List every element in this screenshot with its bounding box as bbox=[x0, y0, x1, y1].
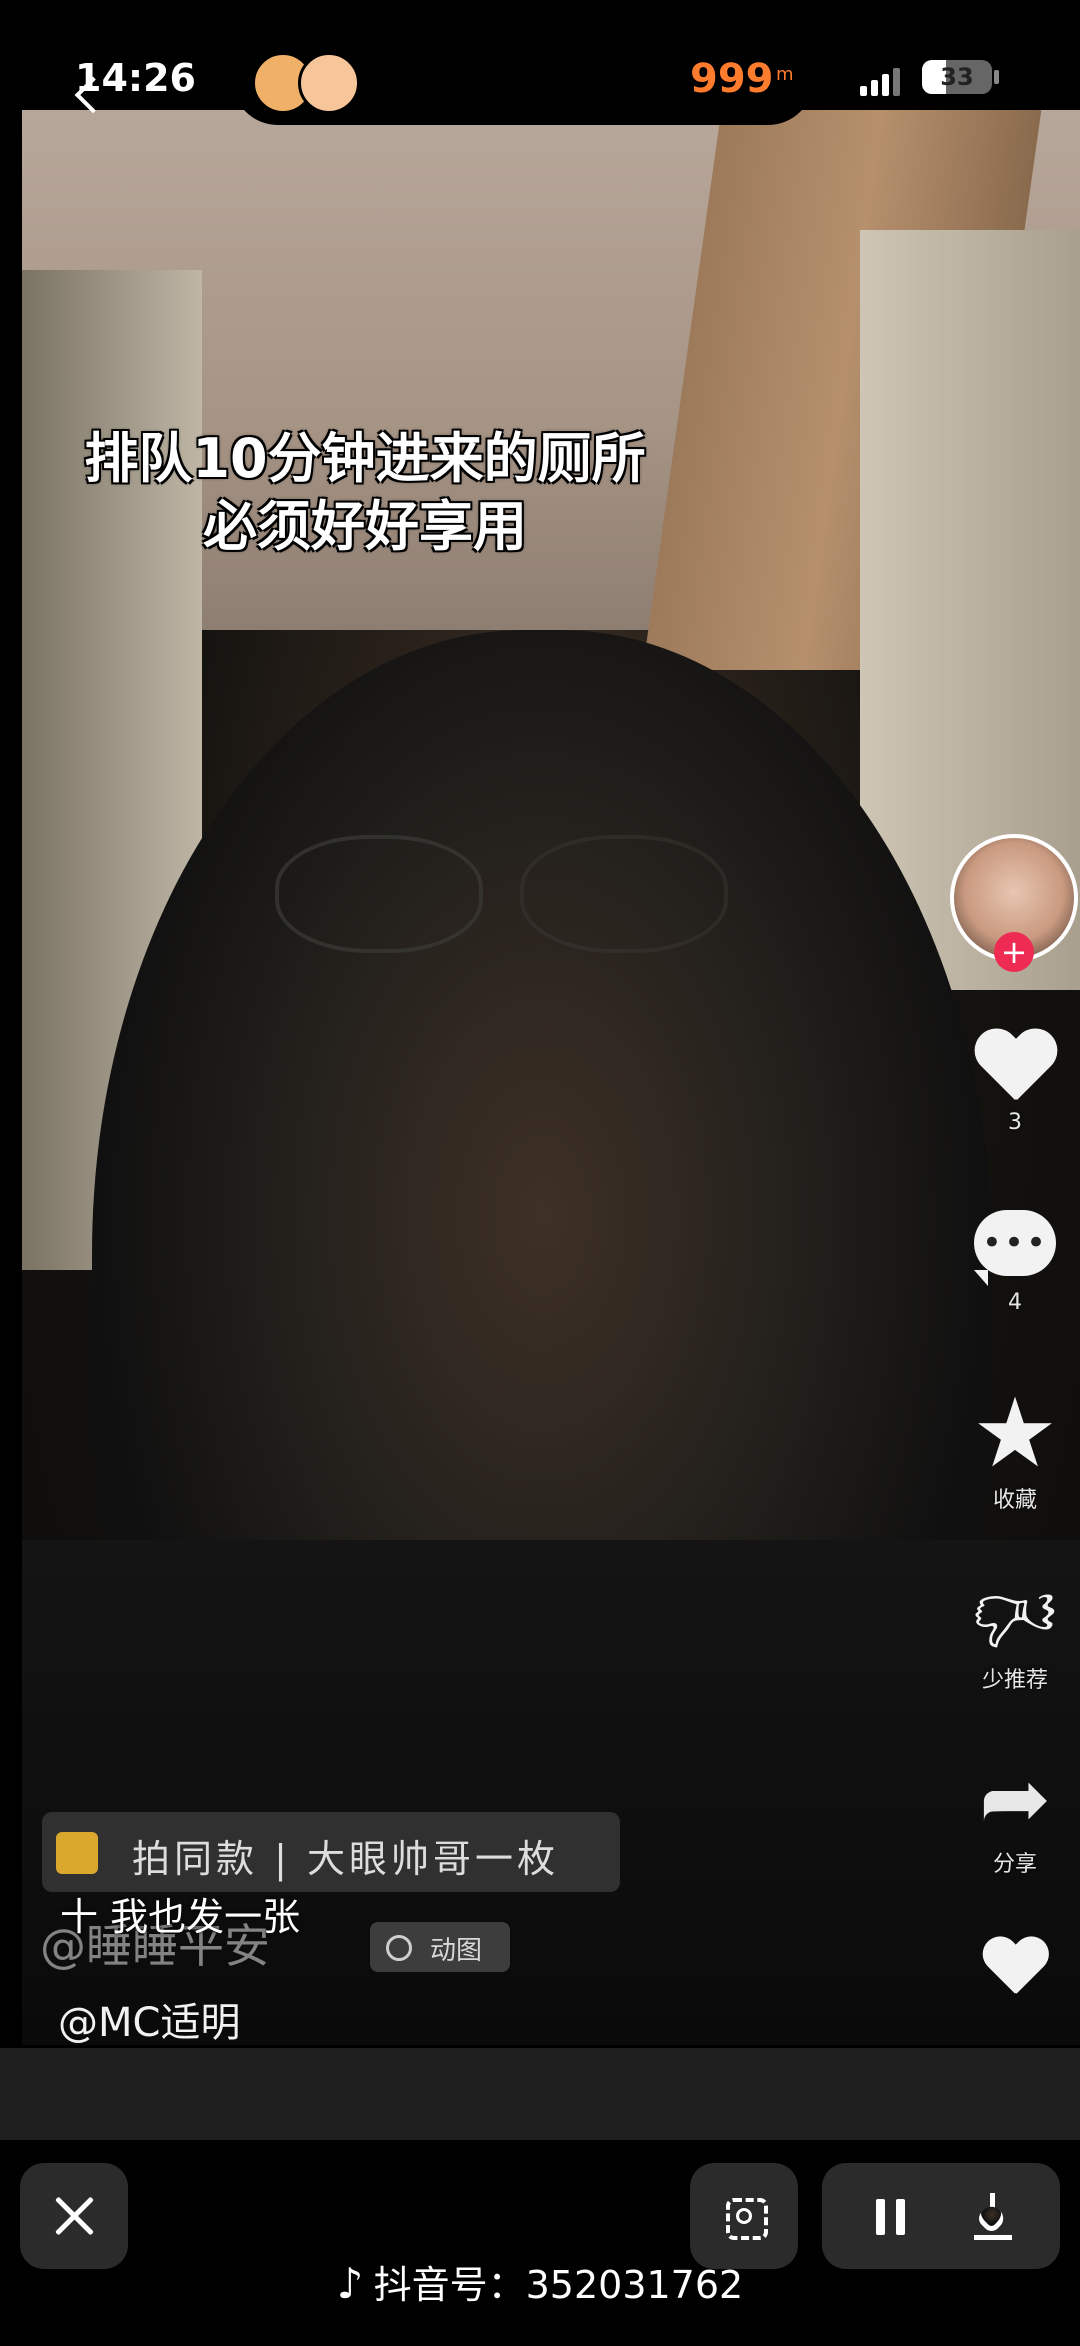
post-too-button[interactable]: 十 我也发一张 bbox=[60, 1886, 300, 1941]
pause-icon[interactable] bbox=[876, 2199, 906, 2235]
share-icon: ➦ bbox=[978, 1749, 1052, 1849]
battery-tip bbox=[994, 70, 999, 84]
comment-icon-tail bbox=[974, 1270, 988, 1286]
share-button[interactable]: ➦ 分享 bbox=[960, 1756, 1070, 1878]
signal-icon bbox=[860, 68, 904, 96]
gif-label: 动图 bbox=[430, 1936, 483, 1966]
battery-level: 33 bbox=[940, 63, 974, 91]
heart-icon-secondary bbox=[981, 1938, 1048, 1999]
island-distance-value: 999 bbox=[690, 56, 774, 102]
glasses-right bbox=[520, 835, 728, 953]
phone-screen: 排队10分钟进来的厕所 必须好好享用 14:26 999 m 33 + 3 ••… bbox=[0, 0, 1080, 2346]
video-caption: 排队10分钟进来的厕所 必须好好享用 bbox=[70, 425, 660, 561]
douyin-watermark: ♪ 抖音号：352031762 bbox=[0, 2254, 1080, 2309]
star-icon: ★ bbox=[971, 1377, 1059, 1489]
gif-icon bbox=[386, 1935, 412, 1961]
tiktok-logo-icon: ♪ bbox=[336, 2259, 364, 2308]
less-recommend-label: 少推荐 bbox=[981, 1668, 1048, 1693]
follow-plus-icon[interactable]: + bbox=[994, 932, 1034, 972]
same-style-text: 拍同款 | 大眼帅哥一枚 bbox=[132, 1837, 559, 1881]
favorite-button[interactable]: ★ 收藏 bbox=[960, 1377, 1070, 1514]
less-recommend-button[interactable]: 👍︎ 少推荐 bbox=[960, 1569, 1070, 1694]
share-label: 分享 bbox=[992, 1852, 1037, 1877]
like-button[interactable]: 3 bbox=[960, 1030, 1070, 1135]
island-distance-unit: m bbox=[776, 64, 794, 85]
same-style-chip[interactable]: 拍同款 | 大眼帅哥一枚 bbox=[42, 1812, 620, 1892]
battery-icon: 33 bbox=[922, 60, 992, 94]
progress-strip[interactable] bbox=[0, 2048, 1080, 2140]
template-icon bbox=[56, 1832, 98, 1874]
thumb-down-icon: 👍︎ bbox=[973, 1569, 1057, 1662]
watermark-label: 抖音号： bbox=[373, 2263, 526, 2307]
comment-button[interactable]: ••• 4 bbox=[960, 1210, 1070, 1315]
download-icon[interactable] bbox=[974, 2193, 1012, 2241]
comment-count: 4 bbox=[1008, 1290, 1022, 1315]
like-button-secondary[interactable] bbox=[960, 1930, 1070, 2006]
glasses-left bbox=[275, 835, 483, 953]
gif-tag[interactable]: 动图 bbox=[370, 1922, 510, 1972]
island-avatar-icon-2 bbox=[298, 52, 360, 114]
video-player[interactable] bbox=[22, 110, 1080, 2045]
heart-icon bbox=[973, 1030, 1057, 1106]
status-bar: 14:26 999 m 33 bbox=[0, 0, 1080, 125]
caption-line-2: 必须好好享用 bbox=[203, 495, 527, 558]
author-handle[interactable]: @MC适明 bbox=[58, 1990, 240, 2048]
like-count: 3 bbox=[1008, 1110, 1022, 1135]
caption-line-1: 排队10分钟进来的厕所 bbox=[84, 427, 646, 490]
watermark-id: 352031762 bbox=[525, 2263, 744, 2307]
comment-icon: ••• bbox=[974, 1210, 1056, 1276]
